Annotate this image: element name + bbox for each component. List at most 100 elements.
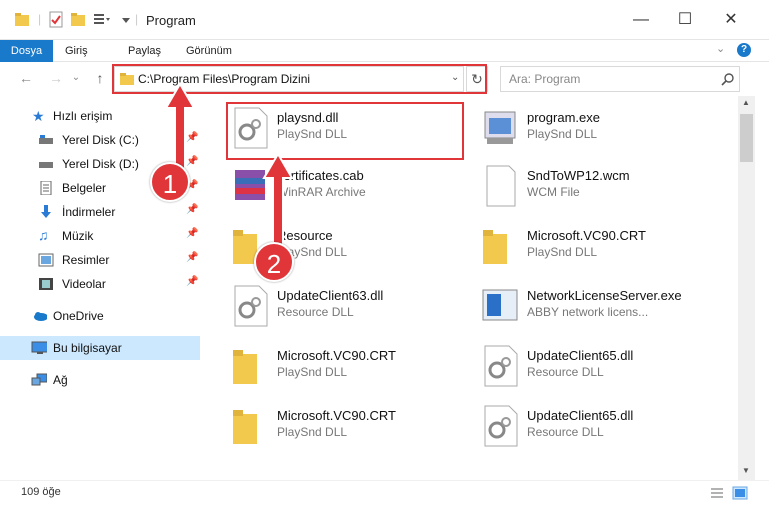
drive-icon bbox=[39, 135, 53, 144]
sidebar-item-music[interactable]: ♫ Müzik 📌 bbox=[0, 224, 200, 248]
sidebar-item-pictures[interactable]: Resimler 📌 bbox=[0, 248, 200, 272]
scroll-up-icon[interactable]: ▲ bbox=[742, 98, 750, 107]
separator: | bbox=[135, 12, 139, 26]
sidebar-item-label: Yerel Disk (C:) bbox=[62, 133, 139, 147]
sidebar-item-this-pc[interactable]: Bu bilgisayar bbox=[0, 336, 200, 360]
file-item[interactable]: Microsoft.VC90.CRT PlaySnd DLL bbox=[229, 342, 469, 400]
close-button[interactable]: ✕ bbox=[716, 8, 746, 32]
help-icon[interactable]: ? bbox=[737, 43, 751, 57]
minimize-button[interactable]: — bbox=[626, 8, 656, 32]
folder-icon bbox=[233, 410, 257, 444]
drive-icon bbox=[39, 162, 53, 168]
tab-view[interactable]: Görünüm bbox=[176, 40, 242, 62]
window-title: Program bbox=[146, 13, 196, 28]
file-item[interactable]: UpdateClient65.dll Resource DLL bbox=[479, 402, 719, 460]
maximize-button[interactable]: ☐ bbox=[670, 8, 700, 32]
tab-share[interactable]: Paylaş bbox=[118, 40, 171, 62]
dll-gear-icon bbox=[234, 285, 268, 327]
sidebar-item-label: Bu bilgisayar bbox=[53, 341, 122, 355]
sidebar-item-network[interactable]: Ağ bbox=[0, 368, 200, 392]
scrollbar-thumb[interactable] bbox=[740, 114, 753, 162]
pin-icon: 📌 bbox=[186, 276, 199, 287]
view-options-icon[interactable] bbox=[92, 10, 112, 30]
recent-locations-button[interactable]: ⌄ bbox=[66, 68, 86, 88]
pin-icon: 📌 bbox=[186, 252, 199, 263]
file-type: Resource DLL bbox=[277, 305, 354, 319]
file-item[interactable]: Microsoft.VC90.CRT PlaySnd DLL bbox=[229, 402, 469, 460]
expand-ribbon-icon[interactable]: ⌄ bbox=[716, 42, 725, 55]
file-name: UpdateClient65.dll bbox=[527, 408, 634, 423]
file-name: Microsoft.VC90.CRT bbox=[277, 408, 396, 423]
back-button[interactable]: ← bbox=[16, 68, 36, 88]
sidebar-item-label: Ağ bbox=[53, 373, 68, 387]
large-icons-view-icon[interactable] bbox=[732, 486, 748, 500]
step-callout: 2 bbox=[254, 242, 294, 282]
properties-icon[interactable] bbox=[48, 10, 64, 30]
item-count: 109 öğe bbox=[21, 486, 61, 498]
separator: | bbox=[38, 12, 42, 26]
file-name: Microsoft.VC90.CRT bbox=[527, 228, 646, 243]
file-type: ABBY network licens... bbox=[527, 305, 649, 319]
file-type: PlaySnd DLL bbox=[277, 425, 348, 439]
file-type: Resource DLL bbox=[527, 365, 604, 379]
new-folder-icon[interactable] bbox=[70, 10, 86, 30]
sidebar-item-onedrive[interactable]: OneDrive bbox=[0, 304, 200, 328]
step-callout: 1 bbox=[150, 162, 190, 202]
file-type: WCM File bbox=[527, 185, 580, 199]
vertical-scrollbar[interactable]: ▲ ▼ bbox=[738, 96, 755, 480]
forward-button[interactable]: → bbox=[46, 68, 66, 88]
download-icon bbox=[41, 205, 51, 218]
pin-icon: 📌 bbox=[186, 228, 199, 239]
ribbon: Dosya Giriş Paylaş Görünüm ⌄ ? bbox=[0, 40, 769, 98]
network-icon bbox=[31, 373, 47, 386]
file-item[interactable]: SndToWP12.wcm WCM File bbox=[479, 162, 719, 220]
file-item[interactable]: UpdateClient63.dll Resource DLL bbox=[229, 282, 469, 340]
folder-icon bbox=[483, 230, 507, 264]
file-name: program.exe bbox=[527, 110, 600, 125]
file-item[interactable]: NetworkLicenseServer.exe ABBY network li… bbox=[479, 282, 719, 340]
pin-icon: 📌 bbox=[186, 204, 199, 215]
file-item[interactable]: UpdateClient65.dll Resource DLL bbox=[479, 342, 719, 400]
exe-icon bbox=[482, 289, 518, 321]
documents-icon bbox=[40, 181, 52, 195]
sidebar-item-label: OneDrive bbox=[53, 309, 104, 323]
star-icon: ★ bbox=[32, 108, 45, 124]
tab-home[interactable]: Giriş bbox=[55, 40, 98, 62]
exe-icon bbox=[484, 111, 516, 144]
file-name: Microsoft.VC90.CRT bbox=[277, 348, 396, 363]
videos-icon bbox=[39, 278, 53, 290]
sidebar-item-label: Müzik bbox=[62, 229, 94, 243]
search-icon bbox=[721, 73, 734, 86]
file-name: UpdateClient65.dll bbox=[527, 348, 634, 363]
file-type: Resource DLL bbox=[527, 425, 604, 439]
file-item[interactable]: program.exe PlaySnd DLL bbox=[479, 104, 719, 162]
status-bar: 109 öğe bbox=[0, 480, 769, 504]
file-item[interactable]: Microsoft.VC90.CRT PlaySnd DLL bbox=[479, 222, 719, 280]
music-icon: ♫ bbox=[38, 227, 49, 243]
sidebar-item-label: İndirmeler bbox=[62, 205, 116, 219]
sidebar-item-label: Yerel Disk (D:) bbox=[62, 157, 139, 171]
details-view-icon[interactable] bbox=[710, 487, 724, 499]
computer-icon bbox=[31, 341, 47, 354]
window-bottom bbox=[0, 504, 769, 520]
sidebar-item-videos[interactable]: Videolar 📌 bbox=[0, 272, 200, 296]
sidebar-item-label: Hızlı erişim bbox=[53, 109, 113, 123]
cloud-icon bbox=[34, 312, 47, 321]
dll-gear-icon bbox=[484, 345, 518, 387]
customize-toolbar-icon[interactable] bbox=[120, 10, 132, 30]
sidebar-item-label: Belgeler bbox=[62, 181, 107, 195]
search-placeholder: Ara: Program bbox=[509, 72, 581, 86]
title-bar: | | Program — ☐ ✕ bbox=[0, 0, 769, 40]
folder-icon[interactable] bbox=[14, 10, 30, 30]
sidebar-item-downloads[interactable]: İndirmeler 📌 bbox=[0, 200, 200, 224]
search-box[interactable]: Ara: Program bbox=[500, 66, 740, 92]
blank-file-icon bbox=[486, 165, 516, 207]
file-name: UpdateClient63.dll bbox=[277, 288, 384, 303]
file-name: SndToWP12.wcm bbox=[527, 168, 630, 183]
arrow-icon bbox=[262, 152, 294, 247]
scroll-down-icon[interactable]: ▼ bbox=[742, 466, 750, 475]
sidebar-item-label: Resimler bbox=[62, 253, 110, 267]
sidebar-item-label: Videolar bbox=[62, 277, 106, 291]
up-button[interactable]: ↑ bbox=[90, 68, 110, 88]
folder-icon bbox=[233, 350, 257, 384]
